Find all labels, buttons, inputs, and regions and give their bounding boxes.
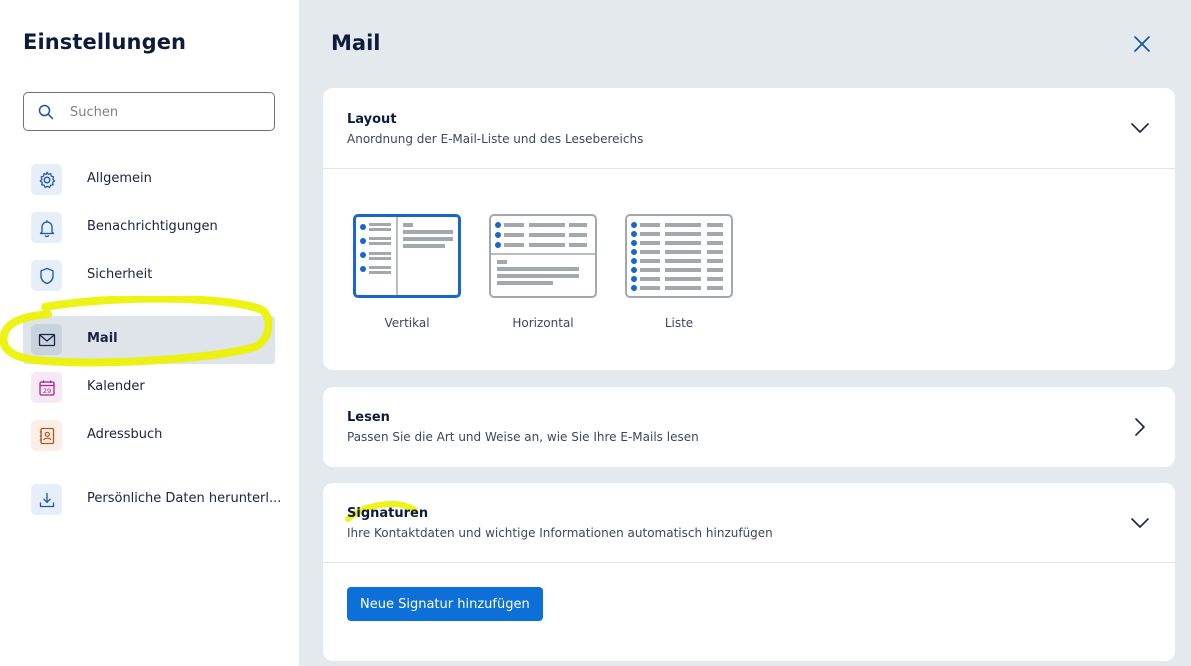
- layout-option-label: Vertikal: [384, 316, 430, 330]
- gear-icon: [31, 164, 62, 195]
- layout-card-header[interactable]: Layout Anordnung der E-Mail-Liste und de…: [347, 112, 643, 146]
- sidebar-item-label: Persönliche Daten herunterl...: [87, 491, 282, 506]
- download-icon: [31, 484, 62, 515]
- settings-sidebar: Einstellungen Allgemein Benachrichtigung…: [0, 0, 299, 666]
- read-card-title: Lesen: [347, 410, 390, 425]
- signature-card: Signaturen Ihre Kontaktdaten und wichtig…: [323, 483, 1175, 661]
- layout-thumb-horizontal: [489, 214, 597, 298]
- chevron-right-icon[interactable]: [1129, 416, 1151, 438]
- layout-card-subtitle: Anordnung der E-Mail-Liste und des Leseb…: [347, 132, 644, 146]
- layout-option-label: Liste: [664, 316, 694, 330]
- bell-icon: [31, 212, 62, 243]
- sidebar-item-label: Allgemein: [87, 171, 152, 186]
- sidebar-item-persoenliche-daten[interactable]: Persönliche Daten herunterl...: [23, 476, 281, 524]
- sidebar-item-benachrichtigungen[interactable]: Benachrichtigungen: [23, 204, 275, 252]
- sidebar-item-sicherheit[interactable]: Sicherheit: [23, 252, 275, 300]
- sidebar-item-label: Adressbuch: [87, 427, 163, 442]
- horizontal-layout-icon: [491, 222, 595, 285]
- layout-option-vertikal[interactable]: Vertikal: [353, 214, 461, 330]
- shield-icon: [31, 260, 62, 291]
- page-title: Mail: [331, 31, 381, 55]
- envelope-icon: [31, 324, 62, 355]
- sidebar-item-mail[interactable]: Mail: [23, 316, 275, 364]
- calendar-badge: 29: [42, 387, 50, 395]
- list-layout-icon: [631, 222, 723, 291]
- signature-card-subtitle: Ihre Kontaktdaten und wichtige Informati…: [347, 526, 773, 540]
- close-icon: [1134, 36, 1150, 52]
- sidebar-item-label: Sicherheit: [87, 267, 153, 282]
- close-button[interactable]: [1130, 32, 1154, 56]
- read-card-subtitle: Passen Sie die Art und Weise an, wie Sie…: [347, 430, 699, 444]
- layout-card: Layout Anordnung der E-Mail-Liste und de…: [323, 88, 1175, 370]
- layout-option-horizontal[interactable]: Horizontal: [489, 214, 597, 330]
- layout-thumb-list: [625, 214, 733, 298]
- layout-option-label: Horizontal: [512, 316, 574, 330]
- signature-card-divider: [323, 562, 1175, 563]
- sidebar-item-label: Mail: [87, 331, 118, 346]
- layout-option-liste[interactable]: Liste: [625, 214, 733, 330]
- sidebar-item-label: Benachrichtigungen: [87, 219, 218, 234]
- layout-thumb-vertical: [353, 214, 461, 298]
- address-book-icon: [31, 420, 62, 451]
- read-card[interactable]: Lesen Passen Sie die Art und Weise an, w…: [323, 387, 1175, 467]
- sidebar-item-label: Kalender: [87, 379, 145, 394]
- signature-card-header[interactable]: Signaturen Ihre Kontaktdaten und wichtig…: [347, 506, 773, 540]
- chevron-down-icon[interactable]: [1129, 512, 1151, 534]
- signature-card-title: Signaturen: [347, 506, 429, 521]
- calendar-icon: 29: [31, 372, 62, 403]
- search-input[interactable]: [70, 101, 265, 123]
- vertical-layout-icon: [360, 217, 453, 295]
- read-card-header: Lesen Passen Sie die Art und Weise an, w…: [347, 410, 699, 444]
- sidebar-item-adressbuch[interactable]: Adressbuch: [23, 412, 275, 460]
- sidebar-item-kalender[interactable]: 29 Kalender: [23, 364, 275, 412]
- chevron-down-icon[interactable]: [1129, 117, 1151, 139]
- sidebar-title: Einstellungen: [23, 30, 187, 54]
- layout-card-divider: [323, 168, 1175, 169]
- search-box[interactable]: [23, 92, 275, 131]
- search-icon: [38, 104, 54, 120]
- sidebar-item-allgemein[interactable]: Allgemein: [23, 156, 275, 204]
- add-signature-button[interactable]: Neue Signatur hinzufügen: [347, 587, 543, 621]
- layout-card-title: Layout: [347, 112, 397, 127]
